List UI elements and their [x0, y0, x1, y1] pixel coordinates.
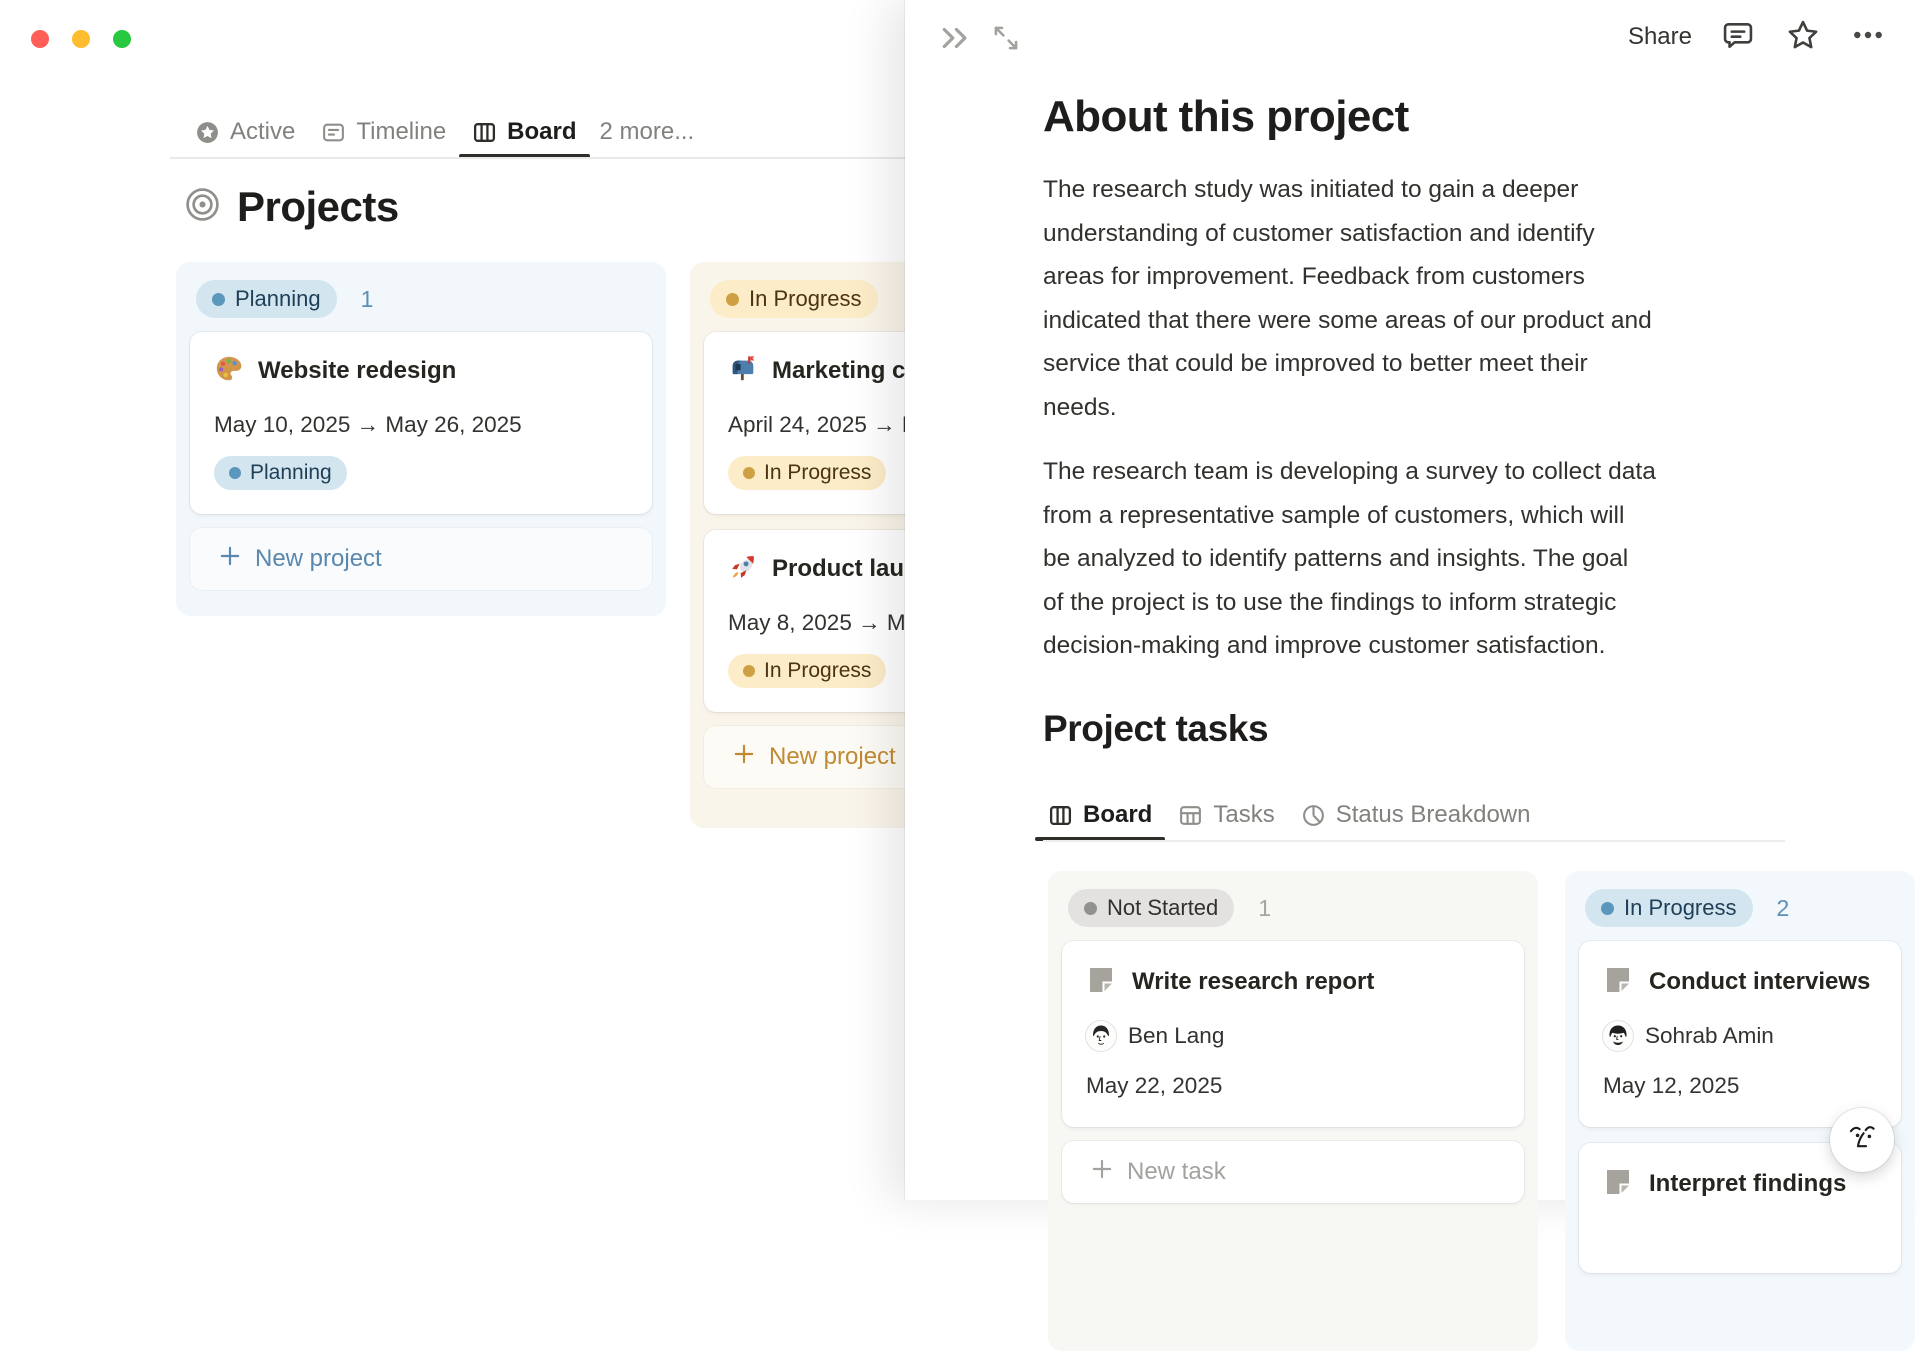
page-icon	[1603, 1167, 1633, 1202]
tab-active-view[interactable]: Active	[182, 106, 308, 158]
task-column-not-started: Not Started 1 Write research report Ben …	[1048, 871, 1538, 1351]
share-button[interactable]: Share	[1628, 23, 1692, 51]
card-title: Interpret findings	[1649, 1170, 1846, 1198]
new-task-button[interactable]: New task	[1062, 1141, 1524, 1203]
task-card-write-research-report[interactable]: Write research report Ben Lang May 22, 2…	[1062, 941, 1524, 1127]
board-icon	[1048, 803, 1073, 828]
more-views-button[interactable]: 2 more...	[590, 106, 705, 158]
expand-page-button[interactable]	[987, 21, 1025, 59]
status-pill-in-progress[interactable]: In Progress	[1585, 889, 1753, 927]
card-date: May 12, 2025	[1603, 1073, 1877, 1099]
close-window-button[interactable]	[31, 30, 49, 48]
page-title: Projects	[237, 183, 399, 231]
tab-label: Timeline	[356, 118, 446, 146]
status-tag-in-progress: In Progress	[728, 456, 886, 490]
double-chevron-right-icon	[937, 21, 971, 60]
tab-task-board-view[interactable]: Board	[1035, 789, 1165, 841]
status-tag-in-progress: In Progress	[728, 654, 886, 688]
target-icon	[184, 186, 221, 228]
star-circle-icon	[195, 120, 220, 145]
status-dot	[726, 293, 739, 306]
pie-clock-icon	[1301, 803, 1326, 828]
assignee-name: Sohrab Amin	[1645, 1023, 1774, 1049]
plus-icon	[732, 742, 756, 773]
tab-timeline-view[interactable]: Timeline	[308, 106, 459, 158]
about-paragraph-2: The research team is developing a survey…	[1043, 450, 1813, 668]
task-card-conduct-interviews[interactable]: Conduct interviews Sohrab Amin May 12, 2…	[1579, 941, 1901, 1127]
card-date-range: May 10, 2025 → May 26, 2025	[214, 412, 628, 438]
status-dot	[743, 467, 755, 479]
status-dot	[229, 467, 241, 479]
tab-label: Board	[1083, 801, 1152, 829]
close-peek-button[interactable]	[935, 21, 973, 59]
tab-task-table-view[interactable]: Tasks	[1165, 789, 1287, 841]
section-heading-project-tasks: Project tasks	[1043, 708, 1268, 750]
page-icon	[1603, 965, 1633, 1000]
column-count: 2	[1777, 895, 1790, 922]
palette-emoji	[214, 354, 244, 389]
rocket-emoji	[728, 552, 758, 587]
timeline-icon	[321, 120, 346, 145]
plus-icon	[1090, 1157, 1114, 1188]
minimize-window-button[interactable]	[72, 30, 90, 48]
board-icon	[472, 120, 497, 145]
tab-label: Tasks	[1213, 801, 1274, 829]
task-view-tabs: Board Tasks Status Breakdown	[1035, 789, 1543, 841]
view-tabs: Active Timeline Board 2 more...	[182, 106, 704, 158]
comments-button[interactable]	[1719, 18, 1757, 56]
comment-icon	[1720, 17, 1756, 58]
status-dot	[743, 665, 755, 677]
status-pill-not-started[interactable]: Not Started	[1068, 889, 1234, 927]
favorite-button[interactable]	[1784, 18, 1822, 56]
column-count: 1	[1258, 895, 1271, 922]
expand-diagonal-icon	[989, 21, 1023, 60]
status-tag-planning: Planning	[214, 456, 347, 490]
card-title: Product lau	[772, 555, 904, 583]
card-title: Website redesign	[258, 357, 456, 385]
new-project-button[interactable]: New project	[190, 528, 652, 590]
project-card-website-redesign[interactable]: Website redesign May 10, 2025 → May 26, …	[190, 332, 652, 514]
tab-label: Status Breakdown	[1336, 801, 1531, 829]
card-title: Write research report	[1132, 968, 1374, 996]
card-date: May 22, 2025	[1086, 1073, 1500, 1099]
status-dot	[212, 293, 225, 306]
card-title: Conduct interviews	[1649, 968, 1870, 996]
notion-ai-button[interactable]	[1830, 1108, 1894, 1172]
tab-label: Board	[507, 118, 576, 146]
plus-icon	[218, 544, 242, 575]
tab-status-breakdown-view[interactable]: Status Breakdown	[1288, 789, 1544, 841]
status-dot	[1084, 902, 1097, 915]
more-options-button[interactable]	[1849, 18, 1887, 56]
status-dot	[1601, 902, 1614, 915]
about-paragraph-1: The research study was initiated to gain…	[1043, 168, 1813, 429]
star-icon	[1785, 17, 1821, 58]
assignee-name: Ben Lang	[1128, 1023, 1224, 1049]
board-column-planning: Planning 1 Website redesign May 10, 2025…	[176, 262, 666, 616]
window-controls	[31, 30, 131, 48]
page-icon	[1086, 965, 1116, 1000]
tab-label: Active	[230, 118, 295, 146]
mailbox-emoji	[728, 354, 758, 389]
section-heading-about: About this project	[1043, 92, 1409, 142]
ellipsis-icon	[1849, 16, 1887, 59]
ai-face-icon	[1843, 1119, 1881, 1162]
zoom-window-button[interactable]	[113, 30, 131, 48]
card-title: Marketing c	[772, 357, 905, 385]
avatar-sohrab-amin	[1603, 1021, 1633, 1051]
column-count: 1	[361, 286, 374, 313]
status-pill-planning[interactable]: Planning	[196, 280, 337, 318]
avatar-ben-lang	[1086, 1021, 1116, 1051]
task-tabs-divider	[1043, 840, 1785, 842]
table-icon	[1178, 803, 1203, 828]
side-peek-panel: Share About this project The research st…	[905, 0, 1920, 1200]
status-pill-in-progress[interactable]: In Progress	[710, 280, 878, 318]
tab-board-view[interactable]: Board	[459, 106, 589, 158]
